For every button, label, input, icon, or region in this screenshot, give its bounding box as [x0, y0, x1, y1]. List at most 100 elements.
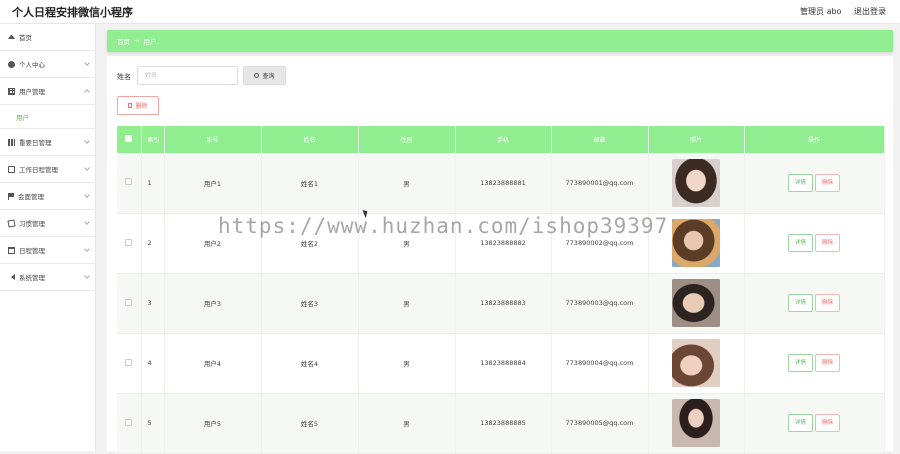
chevron-down-icon	[84, 273, 90, 279]
table-row: 2 用户2 姓名2 男 13823888882 773890002@qq.com…	[117, 213, 885, 274]
cell-gender: 男	[358, 273, 456, 334]
sidebar-item-user-management[interactable]: 用户管理	[0, 78, 95, 105]
sidebar: 首页 个人中心 用户管理 用户 重要日管理 工作日程管理 会面管理 习惯管理 日…	[0, 24, 96, 451]
breadcrumb: 首页 → 用户	[107, 30, 893, 52]
user-table: 索引 账号 姓名 性别 手机 邮箱 照片 操作 1 用户1 姓名1 男 1382…	[117, 126, 885, 454]
cell-name: 姓名5	[261, 393, 359, 454]
calendar-icon	[8, 246, 15, 254]
header-actions: 操作	[744, 126, 885, 153]
delete-button[interactable]: 删除	[815, 414, 841, 432]
cell-phone: 13823888881	[455, 153, 552, 214]
header-account: 账号	[164, 126, 262, 153]
breadcrumb-separator: →	[134, 37, 140, 45]
chevron-down-icon	[84, 165, 90, 171]
breadcrumb-home[interactable]: 首页	[117, 36, 130, 46]
header-email: 邮箱	[551, 126, 649, 153]
cell-name: 姓名1	[261, 153, 359, 214]
user-photo	[672, 399, 720, 447]
table-row: 1 用户1 姓名1 男 13823888881 773890001@qq.com…	[117, 153, 885, 214]
row-checkbox[interactable]	[125, 358, 133, 366]
cell-phone: 13823888883	[455, 273, 552, 334]
header-photo: 照片	[648, 126, 745, 153]
cell-phone: 13823888882	[455, 213, 552, 274]
row-checkbox[interactable]	[125, 298, 133, 306]
cell-gender: 男	[358, 153, 456, 214]
table-row: 3 用户3 姓名3 男 13823888883 773890003@qq.com…	[117, 273, 885, 334]
table-row: 5 用户5 姓名5 男 13823888885 773890005@qq.com…	[117, 393, 885, 454]
user-photo	[672, 279, 720, 327]
row-checkbox[interactable]	[125, 418, 133, 426]
sidebar-item-work-schedule[interactable]: 工作日程管理	[0, 156, 95, 183]
top-right-area: 管理员 abo 退出登录	[790, 6, 886, 17]
message-icon	[8, 165, 15, 173]
delete-button[interactable]: 删除	[815, 294, 841, 312]
cell-index: 5	[141, 393, 165, 454]
sidebar-item-home[interactable]: 首页	[0, 24, 95, 51]
sidebar-item-system[interactable]: 系统管理	[0, 264, 95, 291]
top-bar: 个人日程安排微信小程序 管理员 abo 退出登录	[0, 0, 900, 24]
search-icon	[254, 73, 260, 78]
cell-gender: 男	[358, 393, 456, 454]
cell-email: 773890005@qq.com	[551, 393, 649, 454]
breadcrumb-current: 用户	[143, 38, 157, 46]
cell-gender: 男	[358, 213, 456, 274]
user-icon	[8, 60, 15, 68]
flag-icon	[8, 192, 14, 200]
chevron-down-icon	[84, 246, 90, 252]
cell-index: 1	[141, 153, 165, 214]
detail-button[interactable]: 详情	[787, 414, 813, 432]
delete-button[interactable]: 删除	[815, 354, 841, 372]
cell-gender: 男	[358, 333, 456, 394]
table-header-row: 索引 账号 姓名 性别 手机 邮箱 照片 操作	[117, 126, 885, 153]
cell-name: 姓名4	[261, 333, 359, 394]
cell-phone: 13823888884	[455, 333, 552, 394]
delete-button[interactable]: 删除	[815, 234, 841, 252]
cell-account: 用户4	[164, 333, 262, 394]
send-icon	[8, 274, 15, 280]
admin-label: 管理员 abo	[800, 7, 842, 16]
header-gender: 性别	[358, 126, 456, 153]
header-index: 索引	[141, 126, 165, 153]
cell-index: 2	[141, 213, 165, 274]
cell-email: 773890001@qq.com	[551, 153, 649, 214]
cell-phone: 13823888885	[455, 393, 552, 454]
bar-chart-icon	[8, 138, 15, 146]
cell-index: 3	[141, 273, 165, 334]
sidebar-item-schedule[interactable]: 日程管理	[0, 237, 95, 264]
home-icon	[8, 35, 15, 39]
cell-account: 用户3	[164, 273, 262, 334]
chevron-down-icon	[84, 60, 90, 66]
cell-email: 773890002@qq.com	[551, 213, 649, 274]
detail-button[interactable]: 详情	[787, 173, 813, 192]
table-row: 4 用户4 姓名4 男 13823888884 773890004@qq.com…	[117, 333, 885, 394]
select-all-checkbox[interactable]	[125, 135, 133, 142]
logout-link[interactable]: 退出登录	[854, 7, 886, 16]
sidebar-item-important-days[interactable]: 重要日管理	[0, 129, 95, 156]
main-area: 首页 → 用户 姓名 查询 删除 索引 账号 姓名 性别 手机 邮箱 照片	[96, 24, 900, 454]
app-title: 个人日程安排微信小程序	[12, 6, 133, 19]
sidebar-item-habits[interactable]: 习惯管理	[0, 210, 95, 237]
header-name: 姓名	[261, 126, 359, 153]
trash-icon	[128, 103, 133, 108]
delete-button[interactable]: 删除	[815, 173, 841, 192]
detail-button[interactable]: 详情	[787, 234, 813, 252]
search-button[interactable]: 查询	[243, 66, 286, 85]
sidebar-item-meetings[interactable]: 会面管理	[0, 183, 95, 210]
cell-name: 姓名2	[261, 213, 359, 274]
user-photo	[672, 219, 720, 267]
detail-button[interactable]: 详情	[787, 294, 813, 312]
cell-email: 773890004@qq.com	[551, 333, 649, 394]
cell-account: 用户5	[164, 393, 262, 454]
row-checkbox[interactable]	[125, 178, 133, 186]
batch-delete-button[interactable]: 删除	[117, 96, 159, 115]
user-photo	[672, 339, 720, 387]
detail-button[interactable]: 详情	[787, 354, 813, 372]
user-photo	[672, 158, 720, 207]
sidebar-item-personal-center[interactable]: 个人中心	[0, 51, 95, 78]
search-input[interactable]	[137, 66, 238, 85]
select-all-cell[interactable]	[117, 126, 142, 153]
content-panel: 姓名 查询 删除 索引 账号 姓名 性别 手机 邮箱 照片 操作	[107, 56, 893, 454]
chevron-down-icon	[84, 138, 90, 144]
sidebar-subitem-user[interactable]: 用户	[0, 105, 95, 129]
row-checkbox[interactable]	[125, 238, 133, 246]
